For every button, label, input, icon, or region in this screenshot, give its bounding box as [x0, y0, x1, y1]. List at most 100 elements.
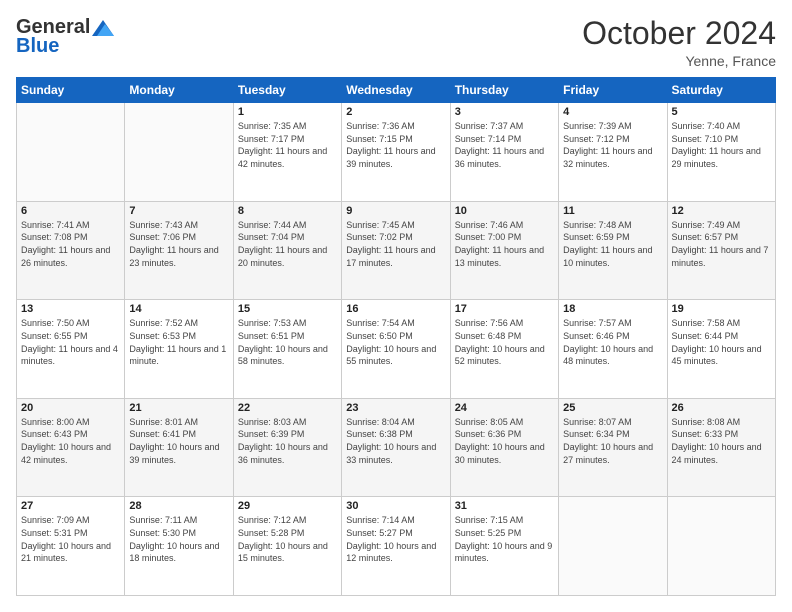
day-number: 13 — [21, 303, 120, 315]
month-title: October 2024 — [582, 16, 776, 51]
table-row: 11Sunrise: 7:48 AM Sunset: 6:59 PM Dayli… — [559, 201, 667, 300]
table-row: 9Sunrise: 7:45 AM Sunset: 7:02 PM Daylig… — [342, 201, 450, 300]
table-row: 5 Sunrise: 7:40 AM Sunset: 7:10 PM Daylig… — [667, 103, 775, 202]
day-number: 1 — [238, 106, 337, 118]
day-info: Sunrise: 8:00 AM Sunset: 6:43 PM Dayligh… — [21, 416, 120, 466]
calendar-week-row: 13 Sunrise: 7:50 AM Sunset: 6:55 PM Dayli… — [17, 300, 776, 399]
day-info: Sunrise: 7:56 AM Sunset: 6:48 PM Dayligh… — [455, 317, 554, 367]
day-info: Sunrise: 7:52 AM Sunset: 6:53 PM Dayligh… — [129, 317, 228, 367]
day-info: Sunrise: 7:54 AM Sunset: 6:50 PM Dayligh… — [346, 317, 445, 367]
table-row: 8Sunrise: 7:44 AM Sunset: 7:04 PM Daylig… — [233, 201, 341, 300]
day-number: 31 — [455, 500, 554, 512]
day-number: 27 — [21, 500, 120, 512]
table-row: 16 Sunrise: 7:54 AM Sunset: 6:50 PM Dayli… — [342, 300, 450, 399]
table-row: 4 Sunrise: 7:39 AM Sunset: 7:12 PM Daylig… — [559, 103, 667, 202]
day-info: Sunrise: 7:39 AM Sunset: 7:12 PM Dayligh… — [563, 120, 662, 170]
table-row: 28 Sunrise: 7:11 AM Sunset: 5:30 PM Dayli… — [125, 497, 233, 596]
day-info: Sunrise: 7:12 AM Sunset: 5:28 PM Dayligh… — [238, 514, 337, 564]
table-row: 7 Sunrise: 7:43 AM Sunset: 7:06 PM Daylig… — [125, 201, 233, 300]
table-row: 20 Sunrise: 8:00 AM Sunset: 6:43 PM Dayli… — [17, 398, 125, 497]
header: General Blue October 2024 Yenne, France — [16, 16, 776, 69]
day-number: 7 — [129, 205, 228, 217]
col-wednesday: Wednesday — [342, 78, 450, 103]
day-number: 21 — [129, 402, 228, 414]
table-row — [125, 103, 233, 202]
day-info: Sunrise: 7:15 AM Sunset: 5:25 PM Dayligh… — [455, 514, 554, 564]
day-info: Sunrise: 8:01 AM Sunset: 6:41 PM Dayligh… — [129, 416, 228, 466]
logo-blue: Blue — [16, 35, 59, 58]
calendar-table: Sunday Monday Tuesday Wednesday Thursday… — [16, 77, 776, 596]
table-row: 2Sunrise: 7:36 AM Sunset: 7:15 PM Daylig… — [342, 103, 450, 202]
day-info: Sunrise: 7:09 AM Sunset: 5:31 PM Dayligh… — [21, 514, 120, 564]
col-tuesday: Tuesday — [233, 78, 341, 103]
day-number: 15 — [238, 303, 337, 315]
table-row — [17, 103, 125, 202]
day-number: 26 — [672, 402, 771, 414]
day-info: Sunrise: 7:14 AM Sunset: 5:27 PM Dayligh… — [346, 514, 445, 564]
calendar-week-row: 27 Sunrise: 7:09 AM Sunset: 5:31 PM Dayli… — [17, 497, 776, 596]
day-info: Sunrise: 7:53 AM Sunset: 6:51 PM Dayligh… — [238, 317, 337, 367]
col-saturday: Saturday — [667, 78, 775, 103]
table-row: 23 Sunrise: 8:04 AM Sunset: 6:38 PM Dayli… — [342, 398, 450, 497]
day-info: Sunrise: 7:57 AM Sunset: 6:46 PM Dayligh… — [563, 317, 662, 367]
day-number: 14 — [129, 303, 228, 315]
day-number: 19 — [672, 303, 771, 315]
table-row: 18 Sunrise: 7:57 AM Sunset: 6:46 PM Dayli… — [559, 300, 667, 399]
day-info: Sunrise: 7:50 AM Sunset: 6:55 PM Dayligh… — [21, 317, 120, 367]
day-number: 30 — [346, 500, 445, 512]
day-number: 24 — [455, 402, 554, 414]
logo: General Blue — [16, 16, 114, 58]
day-info: Sunrise: 8:05 AM Sunset: 6:36 PM Dayligh… — [455, 416, 554, 466]
day-number: 9 — [346, 205, 445, 217]
calendar-header-row: Sunday Monday Tuesday Wednesday Thursday… — [17, 78, 776, 103]
table-row: 24 Sunrise: 8:05 AM Sunset: 6:36 PM Dayli… — [450, 398, 558, 497]
day-info: Sunrise: 7:41 AM Sunset: 7:08 PM Dayligh… — [21, 219, 120, 269]
day-number: 23 — [346, 402, 445, 414]
day-info: Sunrise: 7:40 AM Sunset: 7:10 PM Dayligh… — [672, 120, 771, 170]
table-row — [559, 497, 667, 596]
day-number: 18 — [563, 303, 662, 315]
table-row: 21 Sunrise: 8:01 AM Sunset: 6:41 PM Dayli… — [125, 398, 233, 497]
table-row: 22 Sunrise: 8:03 AM Sunset: 6:39 PM Dayli… — [233, 398, 341, 497]
day-number: 28 — [129, 500, 228, 512]
calendar-week-row: 1Sunrise: 7:35 AM Sunset: 7:17 PM Daylig… — [17, 103, 776, 202]
location-subtitle: Yenne, France — [582, 53, 776, 69]
title-block: October 2024 Yenne, France — [582, 16, 776, 69]
table-row: 1Sunrise: 7:35 AM Sunset: 7:17 PM Daylig… — [233, 103, 341, 202]
table-row: 25Sunrise: 8:07 AM Sunset: 6:34 PM Dayli… — [559, 398, 667, 497]
table-row: 29Sunrise: 7:12 AM Sunset: 5:28 PM Dayli… — [233, 497, 341, 596]
table-row: 12 Sunrise: 7:49 AM Sunset: 6:57 PM Dayli… — [667, 201, 775, 300]
day-info: Sunrise: 7:48 AM Sunset: 6:59 PM Dayligh… — [563, 219, 662, 269]
day-info: Sunrise: 7:43 AM Sunset: 7:06 PM Dayligh… — [129, 219, 228, 269]
col-monday: Monday — [125, 78, 233, 103]
day-number: 5 — [672, 106, 771, 118]
day-info: Sunrise: 7:58 AM Sunset: 6:44 PM Dayligh… — [672, 317, 771, 367]
day-info: Sunrise: 8:03 AM Sunset: 6:39 PM Dayligh… — [238, 416, 337, 466]
day-number: 20 — [21, 402, 120, 414]
day-info: Sunrise: 7:37 AM Sunset: 7:14 PM Dayligh… — [455, 120, 554, 170]
day-number: 12 — [672, 205, 771, 217]
day-info: Sunrise: 7:49 AM Sunset: 6:57 PM Dayligh… — [672, 219, 771, 269]
table-row: 14 Sunrise: 7:52 AM Sunset: 6:53 PM Dayli… — [125, 300, 233, 399]
day-number: 22 — [238, 402, 337, 414]
calendar-week-row: 20 Sunrise: 8:00 AM Sunset: 6:43 PM Dayli… — [17, 398, 776, 497]
table-row: 10 Sunrise: 7:46 AM Sunset: 7:00 PM Dayli… — [450, 201, 558, 300]
day-info: Sunrise: 7:46 AM Sunset: 7:00 PM Dayligh… — [455, 219, 554, 269]
table-row — [667, 497, 775, 596]
table-row: 31 Sunrise: 7:15 AM Sunset: 5:25 PM Dayli… — [450, 497, 558, 596]
table-row: 6Sunrise: 7:41 AM Sunset: 7:08 PM Daylig… — [17, 201, 125, 300]
day-number: 16 — [346, 303, 445, 315]
day-info: Sunrise: 8:04 AM Sunset: 6:38 PM Dayligh… — [346, 416, 445, 466]
logo-icon — [92, 20, 114, 36]
table-row: 26 Sunrise: 8:08 AM Sunset: 6:33 PM Dayli… — [667, 398, 775, 497]
day-info: Sunrise: 7:44 AM Sunset: 7:04 PM Dayligh… — [238, 219, 337, 269]
day-number: 10 — [455, 205, 554, 217]
col-friday: Friday — [559, 78, 667, 103]
day-info: Sunrise: 8:08 AM Sunset: 6:33 PM Dayligh… — [672, 416, 771, 466]
table-row: 27 Sunrise: 7:09 AM Sunset: 5:31 PM Dayli… — [17, 497, 125, 596]
day-info: Sunrise: 7:11 AM Sunset: 5:30 PM Dayligh… — [129, 514, 228, 564]
day-number: 4 — [563, 106, 662, 118]
day-info: Sunrise: 8:07 AM Sunset: 6:34 PM Dayligh… — [563, 416, 662, 466]
table-row: 3 Sunrise: 7:37 AM Sunset: 7:14 PM Daylig… — [450, 103, 558, 202]
day-number: 3 — [455, 106, 554, 118]
